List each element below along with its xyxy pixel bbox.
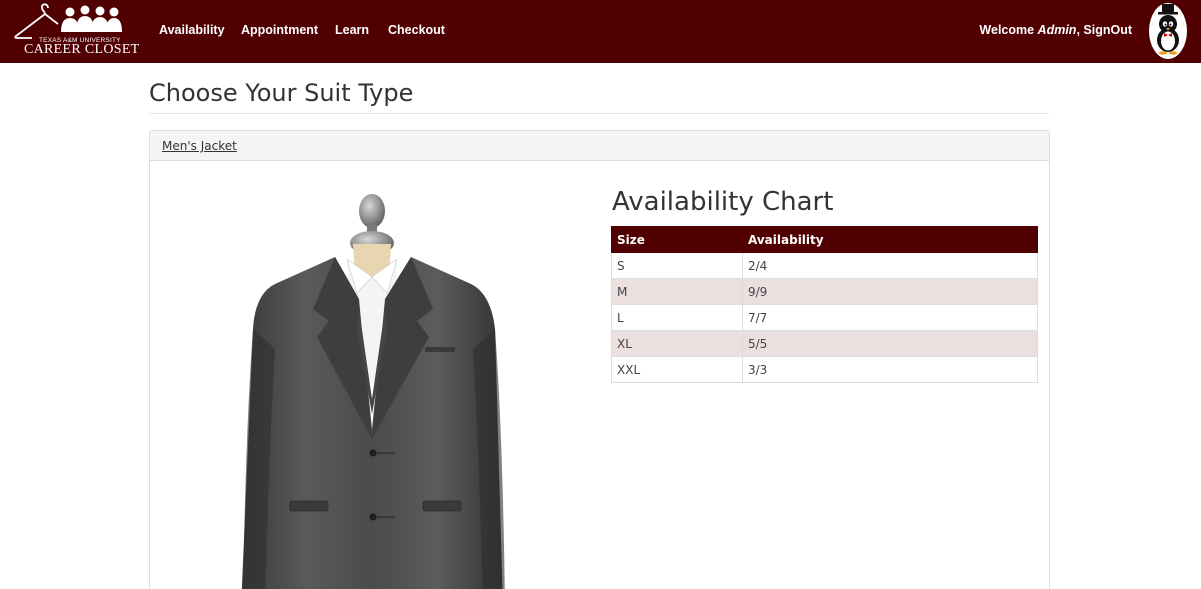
nav-item-learn[interactable]: Learn <box>335 23 369 37</box>
title-divider <box>149 113 1049 114</box>
col-header-availability: Availability <box>742 226 1038 253</box>
welcome-text: Welcome <box>979 23 1038 37</box>
nav-item-checkout[interactable]: Checkout <box>388 23 445 37</box>
size-cell: XXL <box>611 356 743 383</box>
username: Admin <box>1037 23 1077 37</box>
table-row: XXL 3/3 <box>611 356 1038 383</box>
col-header-size: Size <box>611 226 743 253</box>
size-cell: S <box>611 252 743 279</box>
availability-cell: 2/4 <box>742 252 1038 279</box>
career-closet-logo[interactable]: TEXAS A&M UNIVERSITY CAREER CLOSET <box>12 2 139 60</box>
suit-type-panel: Men's Jacket Availability Chart Size Ava… <box>149 130 1050 589</box>
mens-jacket-link[interactable]: Men's Jacket <box>162 139 237 153</box>
top-navbar: TEXAS A&M UNIVERSITY CAREER CLOSET Avail… <box>0 0 1201 63</box>
panel-heading: Men's Jacket <box>150 131 1049 161</box>
availability-cell: 5/5 <box>742 330 1038 357</box>
table-row: S 2/4 <box>611 252 1038 279</box>
availability-table: Size Availability S 2/4 M 9/9 L 7/7 XL 5… <box>611 226 1038 383</box>
table-header-row: Size Availability <box>611 226 1038 253</box>
logo-brand-text: CAREER CLOSET <box>24 42 140 57</box>
nav-item-availability[interactable]: Availability <box>159 23 225 37</box>
availability-cell: 7/7 <box>742 304 1038 331</box>
availability-cell: 9/9 <box>742 278 1038 305</box>
mens-jacket-image[interactable] <box>235 189 525 589</box>
hanger-people-icon <box>14 3 122 39</box>
size-cell: XL <box>611 330 743 357</box>
table-row: XL 5/5 <box>611 330 1038 357</box>
page-title: Choose Your Suit Type <box>149 79 414 107</box>
signout-link[interactable]: , SignOut <box>1076 23 1132 37</box>
table-row: M 9/9 <box>611 278 1038 305</box>
size-cell: M <box>611 278 743 305</box>
table-row: L 7/7 <box>611 304 1038 331</box>
availability-chart-title: Availability Chart <box>612 187 834 217</box>
avatar[interactable] <box>1148 0 1188 60</box>
size-cell: L <box>611 304 743 331</box>
availability-cell: 3/3 <box>742 356 1038 383</box>
penguin-top-hat-icon <box>1149 3 1187 59</box>
welcome-signout: Welcome Admin, SignOut <box>979 23 1132 37</box>
nav-item-appointment[interactable]: Appointment <box>241 23 318 37</box>
